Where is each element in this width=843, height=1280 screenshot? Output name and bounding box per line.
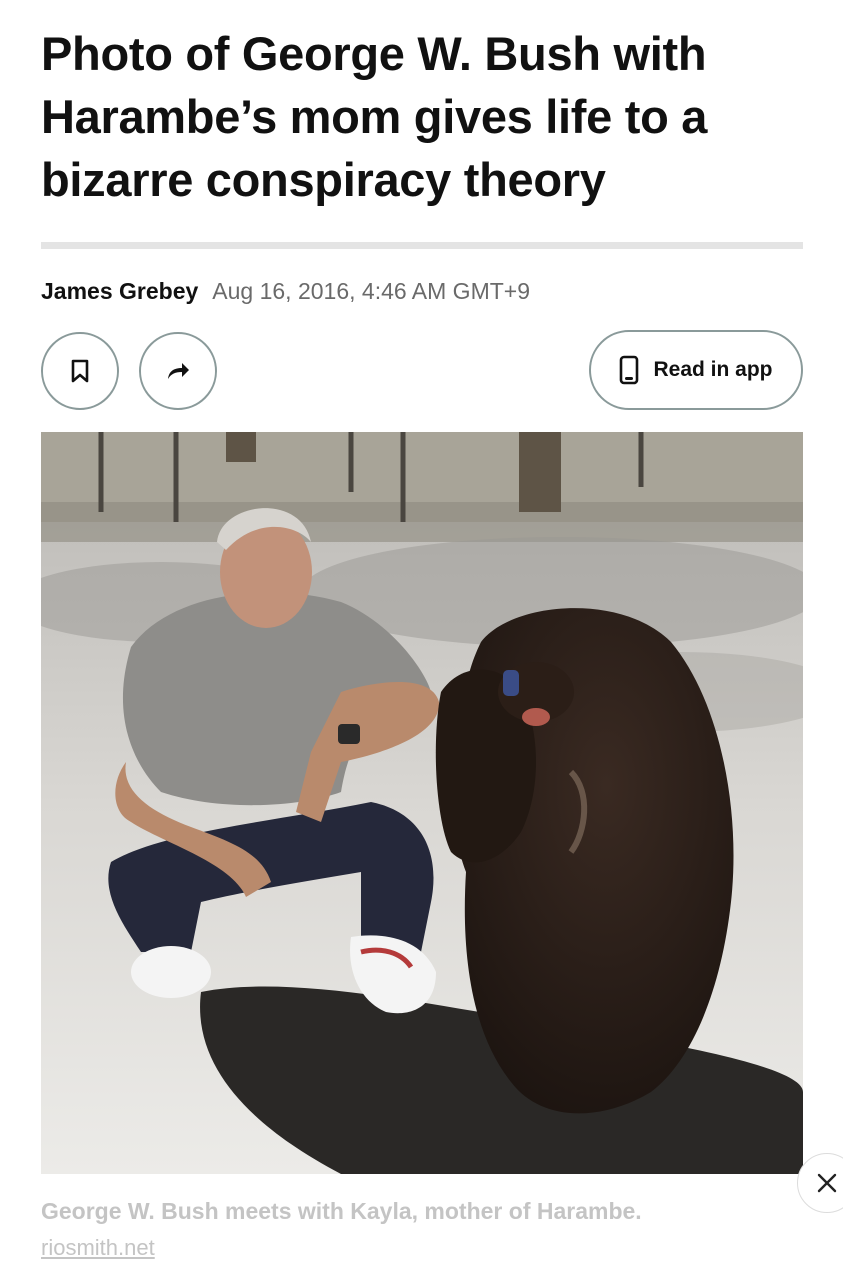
byline: James Grebey Aug 16, 2016, 4:46 AM GMT+9: [41, 276, 802, 306]
phone-icon: [619, 355, 639, 385]
bookmark-button[interactable]: [41, 332, 119, 410]
article-photo: [41, 432, 803, 1174]
read-in-app-label: Read in app: [653, 358, 773, 381]
publish-date: Aug 16, 2016, 4:46 AM GMT+9: [212, 277, 531, 304]
article-headline: Photo of George W. Bush with Harambe’s m…: [41, 27, 708, 206]
author-name[interactable]: James Grebey: [41, 278, 198, 305]
photo-caption: George W. Bush meets with Kayla, mother …: [41, 1198, 642, 1224]
article-actions: Read in app: [41, 330, 803, 412]
share-button[interactable]: [139, 332, 217, 410]
close-overlay-button[interactable]: [797, 1153, 843, 1213]
photo-illustration: [41, 432, 803, 1174]
article-page: Photo of George W. Bush with Harambe’s m…: [0, 0, 843, 1280]
photo-source-link[interactable]: riosmith.net: [41, 1235, 155, 1261]
headline-divider: [41, 242, 803, 249]
close-icon: [817, 1173, 837, 1193]
share-arrow-icon: [168, 363, 189, 379]
bookmark-icon: [71, 359, 89, 383]
read-in-app-button[interactable]: Read in app: [589, 330, 803, 410]
